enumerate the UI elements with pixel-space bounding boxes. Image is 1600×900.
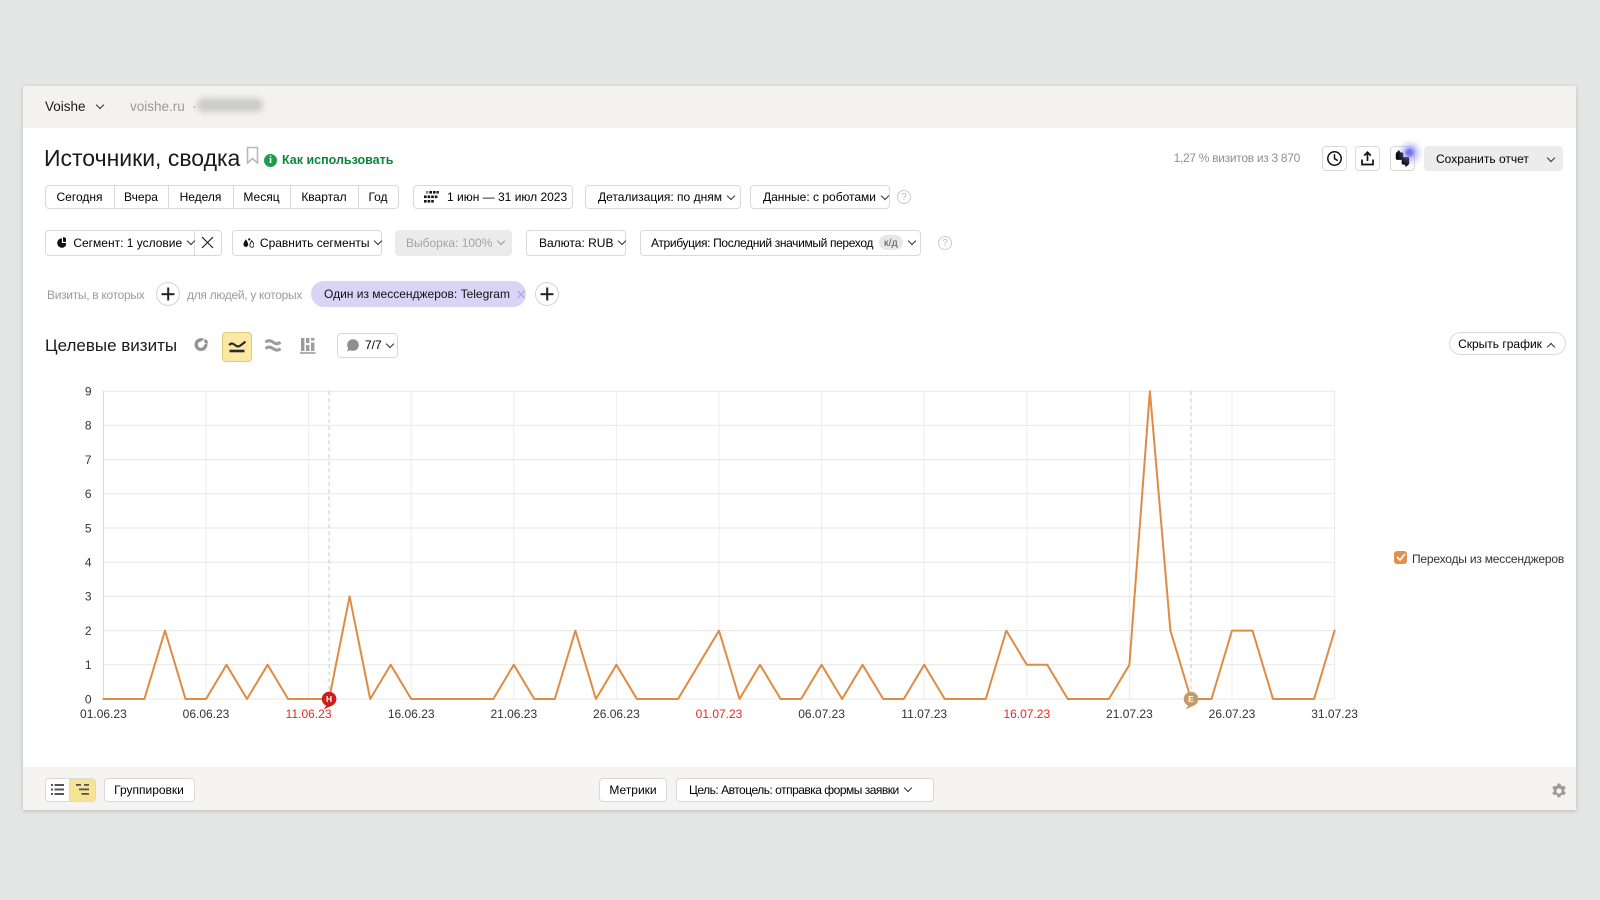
svg-text:5: 5 xyxy=(85,521,92,535)
svg-text:Н: Н xyxy=(326,694,332,704)
svg-text:31.07.23: 31.07.23 xyxy=(1311,707,1358,721)
svg-text:2: 2 xyxy=(85,624,92,638)
svg-text:21.07.23: 21.07.23 xyxy=(1106,707,1153,721)
svg-text:06.06.23: 06.06.23 xyxy=(183,707,230,721)
svg-text:6: 6 xyxy=(85,487,92,501)
svg-text:11.07.23: 11.07.23 xyxy=(901,707,947,721)
svg-text:21.06.23: 21.06.23 xyxy=(490,707,537,721)
svg-text:3: 3 xyxy=(85,590,92,604)
svg-text:11.06.23: 11.06.23 xyxy=(286,707,332,721)
svg-text:26.07.23: 26.07.23 xyxy=(1209,707,1256,721)
svg-text:16.06.23: 16.06.23 xyxy=(388,707,435,721)
svg-text:9: 9 xyxy=(85,385,92,399)
svg-text:16.07.23: 16.07.23 xyxy=(1003,707,1050,721)
svg-text:1: 1 xyxy=(85,658,92,672)
svg-text:4: 4 xyxy=(85,556,92,570)
svg-text:8: 8 xyxy=(85,419,92,433)
svg-text:26.06.23: 26.06.23 xyxy=(593,707,640,721)
svg-text:06.07.23: 06.07.23 xyxy=(798,707,845,721)
svg-text:7: 7 xyxy=(85,453,92,467)
svg-text:01.06.23: 01.06.23 xyxy=(80,707,127,721)
svg-text:0: 0 xyxy=(85,692,92,706)
svg-text:Е: Е xyxy=(1188,694,1194,704)
svg-text:01.07.23: 01.07.23 xyxy=(696,707,743,721)
